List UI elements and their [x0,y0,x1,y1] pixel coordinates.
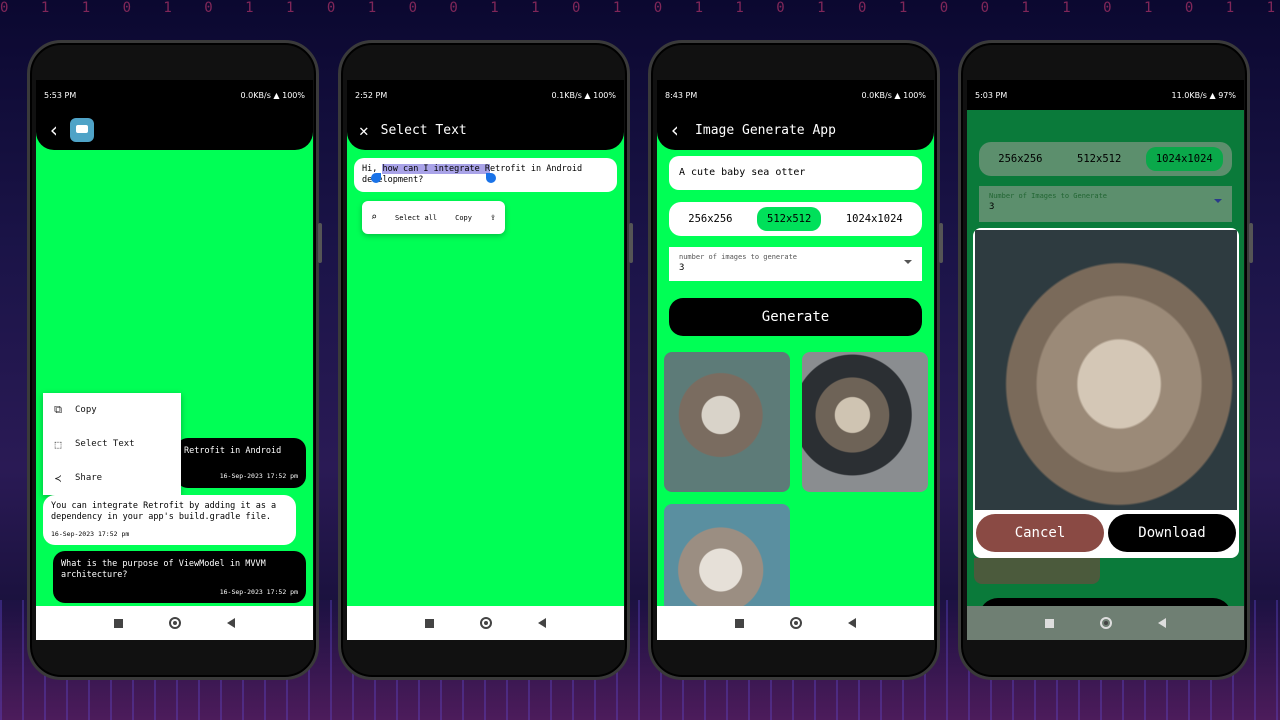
size-option-selected[interactable]: 512x512 [757,207,822,231]
select-text-screen: 2:52 PM 0.1KB/s ▲ 100% ✕ Select Text Hi,… [347,80,624,640]
status-bar: 8:43 PM 0.0KB/s ▲ 100% [657,80,934,110]
size-option[interactable]: 1024x1024 [836,207,913,231]
selection-handle-start[interactable] [371,173,381,183]
home-icon[interactable] [1100,617,1112,629]
copy-button[interactable]: Copy [455,214,472,222]
chat-screen: 5:53 PM 0.0KB/s ▲ 100% ‹ Retrofit in And… [36,80,313,640]
text-selection: how can I integrate R [382,164,490,174]
chat-message-bot[interactable]: You can integrate Retrofit by adding it … [43,495,296,545]
back-icon[interactable] [848,618,856,628]
size-selector: 256x256 512x512 1024x1024 [669,202,922,236]
download-button[interactable]: Download [1108,514,1236,552]
dropdown-value: 3 [989,202,995,212]
message-timestamp: 16-Sep-2023 17:52 pm [219,588,298,596]
battery-level: 100% [903,90,926,100]
recents-icon[interactable] [114,618,123,628]
phone-image-generate: 8:43 PM 0.0KB/s ▲ 100% ‹ Image Generate … [648,40,943,680]
recents-icon[interactable] [425,618,434,628]
back-icon[interactable] [1158,618,1166,628]
generated-image[interactable] [664,352,790,492]
home-icon[interactable] [480,617,492,629]
dropdown-value: 3 [679,263,685,273]
chevron-down-icon [1214,199,1222,203]
system-nav-bar [657,606,934,640]
phone-select-text: 2:52 PM 0.1KB/s ▲ 100% ✕ Select Text Hi,… [338,40,633,680]
search-icon[interactable]: ⌕ [371,212,377,223]
phone-image-preview: 5:03 PM 11.0KB/s ▲ 97% 256x256 512x512 1… [958,40,1253,680]
menu-item-share[interactable]: ≺ Share [43,461,181,495]
home-icon[interactable] [790,617,802,629]
chat-app-bar: ‹ [36,110,313,150]
message-timestamp: 16-Sep-2023 17:52 pm [51,530,130,538]
text-selection-toolbar: ⌕ Select all Copy ⇪ [362,201,505,234]
back-icon[interactable] [227,618,235,628]
size-option[interactable]: 256x256 [678,207,742,231]
selection-handle-end[interactable] [486,173,496,183]
select-all-button[interactable]: Select all [395,214,437,222]
recents-icon[interactable] [1045,618,1054,628]
menu-item-select-text[interactable]: ⬚ Select Text [43,427,181,461]
status-bar: 2:52 PM 0.1KB/s ▲ 100% [347,80,624,110]
recents-icon[interactable] [735,618,744,628]
battery-level: 100% [593,90,616,100]
image-preview-dialog: Cancel Download [973,228,1239,558]
image-generate-screen: 8:43 PM 0.0KB/s ▲ 100% ‹ Image Generate … [657,80,934,640]
chevron-down-icon [904,260,912,264]
page-title: Image Generate App [695,122,836,138]
system-nav-bar [36,606,313,640]
network-speed: 0.0KB/s [240,90,271,100]
select-text-app-bar: ✕ Select Text [347,110,624,150]
share-icon: ≺ [54,471,62,485]
chat-message-user[interactable]: What is the purpose of ViewModel in MVVM… [53,551,306,603]
back-arrow-icon[interactable]: ‹ [669,118,681,142]
image-generate-app-bar: ‹ Image Generate App [657,110,934,150]
status-time: 5:03 PM [975,90,1008,100]
generate-button[interactable]: Generate [669,298,922,336]
phone-chat: 5:53 PM 0.0KB/s ▲ 100% ‹ Retrofit in And… [27,40,322,680]
share-icon[interactable]: ⇪ [490,212,496,223]
prompt-input[interactable]: A cute baby sea otter [669,156,922,190]
status-time: 5:53 PM [44,90,77,100]
generated-image[interactable] [802,352,928,492]
dropdown-label: Number of Images to Generate [989,192,1108,200]
context-menu: ⧉ Copy ⬚ Select Text ≺ Share [43,393,181,495]
battery-level: 97% [1218,90,1236,100]
home-icon[interactable] [169,617,181,629]
battery-level: 100% [282,90,305,100]
status-time: 2:52 PM [355,90,388,100]
image-count-dropdown[interactable]: number of images to generate 3 [669,247,922,281]
system-nav-bar [967,606,1244,640]
system-nav-bar [347,606,624,640]
page-title: Select Text [380,122,467,138]
size-option[interactable]: 256x256 [988,147,1052,171]
cancel-button[interactable]: Cancel [976,514,1104,552]
generated-image-dimmed [974,558,1100,584]
size-option[interactable]: 512x512 [1067,147,1131,171]
network-speed: 0.0KB/s [861,90,892,100]
size-option-selected[interactable]: 1024x1024 [1145,147,1223,171]
menu-item-copy[interactable]: ⧉ Copy [43,393,181,427]
size-selector: 256x256 512x512 1024x1024 [979,142,1232,176]
image-count-dropdown[interactable]: Number of Images to Generate 3 [979,186,1232,222]
copy-icon: ⧉ [54,403,62,416]
chat-message-user[interactable]: Retrofit in Android 16-Sep-2023 17:52 pm [176,438,306,488]
dropdown-label: number of images to generate [679,253,798,261]
network-speed: 11.0KB/s [1171,90,1207,100]
image-preview-screen: 5:03 PM 11.0KB/s ▲ 97% 256x256 512x512 1… [967,80,1244,640]
back-icon[interactable] [538,618,546,628]
back-arrow-icon[interactable]: ‹ [48,118,60,142]
select-text-icon: ⬚ [54,437,62,451]
status-time: 8:43 PM [665,90,698,100]
network-speed: 0.1KB/s [551,90,582,100]
message-timestamp: 16-Sep-2023 17:52 pm [219,472,298,480]
bot-avatar-icon [70,118,95,142]
status-bar: 5:03 PM 11.0KB/s ▲ 97% [967,80,1244,110]
status-bar: 5:53 PM 0.0KB/s ▲ 100% [36,80,313,110]
close-icon[interactable]: ✕ [359,121,369,140]
preview-image [975,230,1237,510]
